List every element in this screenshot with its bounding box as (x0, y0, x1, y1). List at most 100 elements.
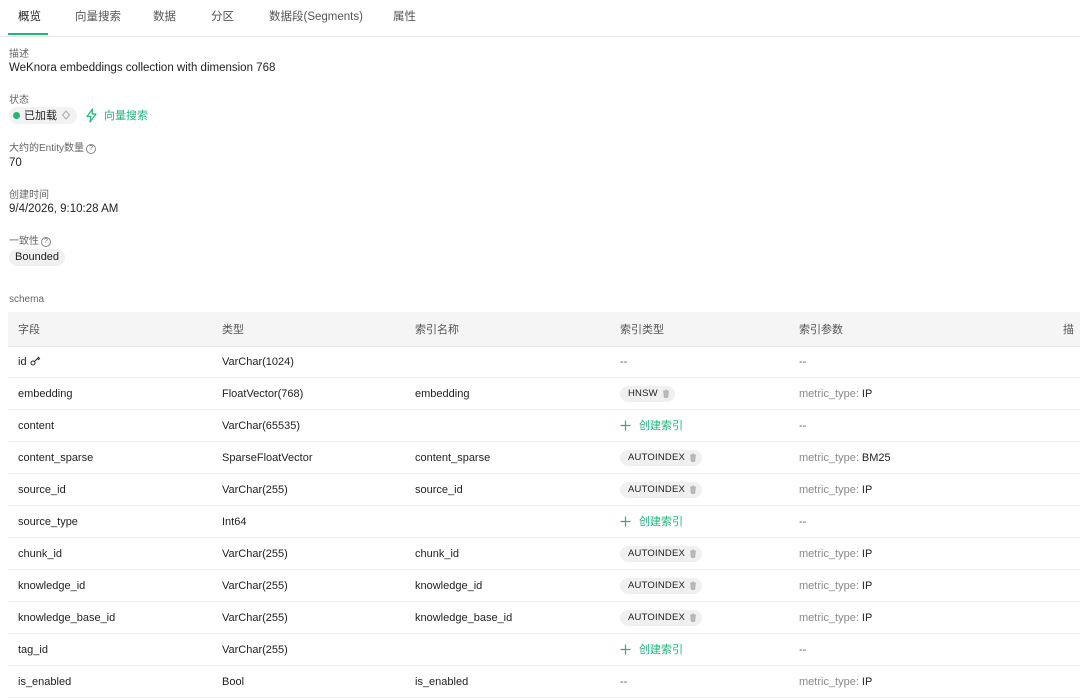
table-row: chunk_id VarChar(255) chunk_id AUTOINDEX met… (8, 537, 1080, 570)
tab-overview[interactable]: 概览 (18, 0, 41, 35)
field-name-cell: source_type (8, 505, 212, 538)
field-name-cell: id (8, 346, 212, 378)
trash-icon[interactable] (689, 453, 697, 462)
field-name-cell: content (8, 409, 212, 442)
param-key: metric_type: (799, 611, 859, 624)
tab-properties[interactable]: 属性 (393, 0, 416, 35)
field-name: knowledge_base_id (18, 611, 116, 624)
index-type-empty: -- (620, 356, 628, 368)
field-type-cell: VarChar(65535) (212, 409, 405, 442)
description-cell (1053, 537, 1080, 570)
index-type-cell: AUTOINDEX (610, 537, 789, 570)
tab-data[interactable]: 数据 (153, 0, 176, 35)
index-name-cell (405, 409, 610, 442)
vector-search-link[interactable]: 向量搜索 (85, 107, 148, 123)
plus-icon (620, 420, 631, 431)
param-value: -- (799, 356, 807, 368)
index-type-cell: 创建索引 (610, 505, 789, 538)
index-type-empty: -- (620, 675, 628, 688)
index-type-cell: AUTOINDEX (610, 569, 789, 602)
created-time-value: 9/4/2026, 9:10:28 AM (9, 203, 119, 215)
description-value: WeKnora embeddings collection with dimen… (9, 62, 276, 74)
help-icon[interactable]: ? (86, 144, 97, 154)
status-badge[interactable]: 已加载 (9, 106, 77, 124)
index-name-cell: chunk_id (405, 537, 610, 570)
field-name-cell: tag_id (8, 633, 212, 666)
index-type-label: AUTOINDEX (628, 484, 686, 495)
vector-search-link-label: 向量搜索 (104, 110, 148, 122)
column-header-index-type: 索引类型 (610, 312, 789, 347)
help-icon[interactable]: ? (41, 237, 51, 247)
table-row: tag_id VarChar(255) 创建索引 -- (8, 633, 1080, 666)
param-key: metric_type: (799, 547, 859, 560)
field-name-cell: source_id (8, 473, 212, 506)
lightning-icon (86, 107, 97, 123)
index-name-cell: knowledge_base_id (405, 601, 610, 634)
field-type-cell: Bool (212, 665, 405, 698)
field-name: tag_id (18, 643, 48, 656)
column-header-field: 字段 (8, 312, 212, 347)
field-name: id (18, 356, 27, 368)
table-row: knowledge_id VarChar(255) knowledge_id AUTO… (8, 569, 1080, 602)
consistency-badge: Bounded (9, 249, 66, 266)
column-header-type: 类型 (212, 312, 405, 347)
index-type-cell: AUTOINDEX (610, 473, 789, 506)
index-type-badge: AUTOINDEX (620, 545, 703, 562)
schema-table: 字段 类型 索引名称 索引类型 索引参数 描 id VarChar(1024) --… (8, 312, 1080, 698)
trash-icon[interactable] (689, 581, 697, 590)
created-time-label: 创建时间 (9, 190, 49, 201)
column-header-description: 描 (1053, 312, 1080, 347)
trash-icon[interactable] (689, 613, 697, 622)
description-label: 描述 (9, 49, 29, 60)
index-params-cell: -- (789, 409, 1053, 442)
field-type-cell: VarChar(255) (212, 601, 405, 634)
index-type-cell: AUTOINDEX (610, 441, 789, 474)
index-type-cell: 创建索引 (610, 633, 789, 666)
trash-icon[interactable] (689, 549, 697, 558)
release-icon[interactable] (61, 110, 71, 120)
status-dot (13, 111, 20, 119)
field-name-cell: is_enabled (8, 665, 212, 698)
index-params-cell: -- (789, 346, 1053, 378)
param-value: BM25 (861, 451, 891, 464)
tab-partitions[interactable]: 分区 (211, 0, 234, 35)
field-name-cell: knowledge_id (8, 569, 212, 602)
param-key: metric_type: (799, 675, 859, 688)
trash-icon[interactable] (662, 389, 670, 398)
param-key: metric_type: (799, 451, 859, 464)
field-name: chunk_id (18, 547, 63, 560)
index-name-cell: content_sparse (405, 441, 610, 474)
table-row: knowledge_base_id VarChar(255) knowledge_b… (8, 601, 1080, 634)
field-name: content_sparse (18, 451, 94, 464)
description-cell (1053, 601, 1080, 634)
index-name-cell: is_enabled (405, 665, 610, 698)
description-cell (1053, 377, 1080, 410)
param-value: -- (799, 643, 807, 656)
param-value: IP (861, 387, 873, 400)
index-params-cell: metric_type: IP (789, 377, 1053, 410)
column-header-index-name: 索引名称 (405, 312, 610, 347)
field-name-cell: embedding (8, 377, 212, 410)
status-label: 状态 (9, 95, 29, 106)
index-type-label: AUTOINDEX (628, 548, 686, 559)
param-value: -- (799, 515, 807, 528)
create-index-label: 创建索引 (639, 516, 683, 529)
create-index-button[interactable]: 创建索引 (620, 641, 683, 657)
description-cell (1053, 409, 1080, 442)
trash-icon[interactable] (689, 485, 697, 494)
field-name-cell: chunk_id (8, 537, 212, 570)
field-type-cell: VarChar(255) (212, 473, 405, 506)
column-header-index-params: 索引参数 (789, 312, 1053, 347)
field-type-cell: FloatVector(768) (212, 377, 405, 410)
table-row: embedding FloatVector(768) embedding HNSW me… (8, 377, 1080, 410)
param-key: metric_type: (799, 483, 859, 496)
description-cell (1053, 473, 1080, 506)
field-type-cell: VarChar(255) (212, 633, 405, 666)
description-cell (1053, 441, 1080, 474)
tab-segments[interactable]: 数据段(Segments) (269, 0, 363, 35)
index-type-label: AUTOINDEX (628, 612, 686, 623)
index-name-cell (405, 633, 610, 666)
create-index-button[interactable]: 创建索引 (620, 417, 683, 433)
tab-vector-search[interactable]: 向量搜索 (75, 0, 121, 35)
create-index-button[interactable]: 创建索引 (620, 513, 683, 529)
